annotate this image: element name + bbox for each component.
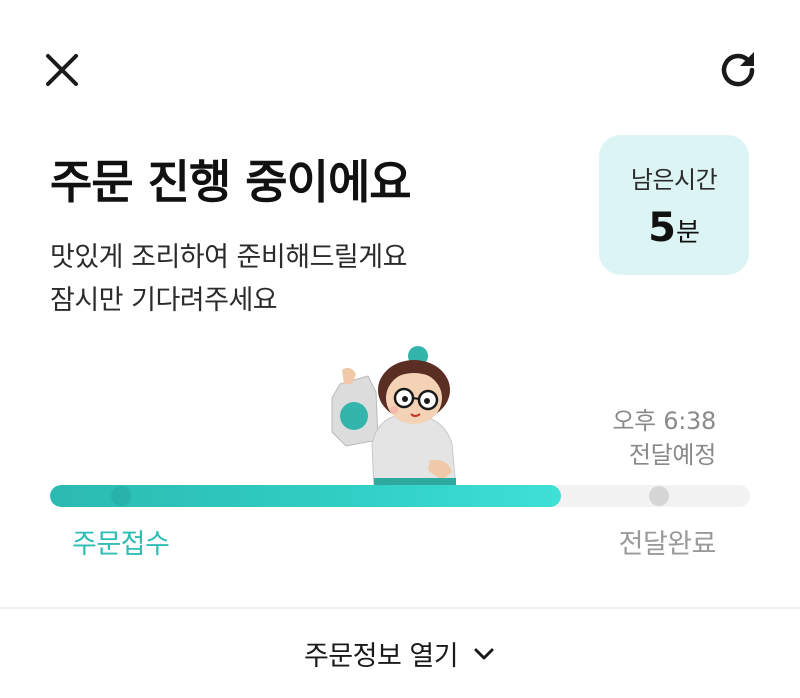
step-label-delivered: 전달완료 xyxy=(618,529,717,560)
delivery-eta: 오후 6:38 전달예정 xyxy=(612,404,716,472)
refresh-button[interactable] xyxy=(710,42,766,98)
step-label-received: 주문접수 xyxy=(72,529,170,560)
chevron-down-icon xyxy=(474,648,494,659)
order-info-toggle-label: 주문정보 열기 xyxy=(303,641,459,672)
close-icon xyxy=(46,54,78,86)
status-message-line1: 맛있게 조리하여 준비해드릴게요 xyxy=(50,242,407,273)
progress-bar xyxy=(50,485,750,507)
remaining-time-unit: 분 xyxy=(675,217,700,248)
page-title: 주문 진행 중이에요 xyxy=(50,155,412,209)
status-message: 맛있게 조리하여 준비해드릴게요 잠시만 기다려주세요 xyxy=(50,236,407,322)
remaining-time-label: 남은시간 xyxy=(630,165,718,194)
remaining-time-card: 남은시간 5분 xyxy=(599,135,749,275)
step-dot-received xyxy=(111,486,131,506)
remaining-time-value: 5분 xyxy=(648,205,700,251)
eta-label: 전달예정 xyxy=(628,441,716,469)
refresh-icon xyxy=(721,52,755,87)
delivery-character-illustration xyxy=(331,346,457,489)
status-message-line2: 잠시만 기다려주세요 xyxy=(50,285,278,316)
order-status-screen: 주문 진행 중이에요 맛있게 조리하여 준비해드릴게요 잠시만 기다려주세요 남… xyxy=(0,0,800,698)
step-dot-delivered xyxy=(649,486,669,506)
eta-time: 오후 6:38 xyxy=(612,407,716,435)
order-info-toggle-button[interactable]: 주문정보 열기 xyxy=(0,609,800,698)
remaining-time-number: 5 xyxy=(648,204,676,251)
close-button[interactable] xyxy=(36,44,88,96)
